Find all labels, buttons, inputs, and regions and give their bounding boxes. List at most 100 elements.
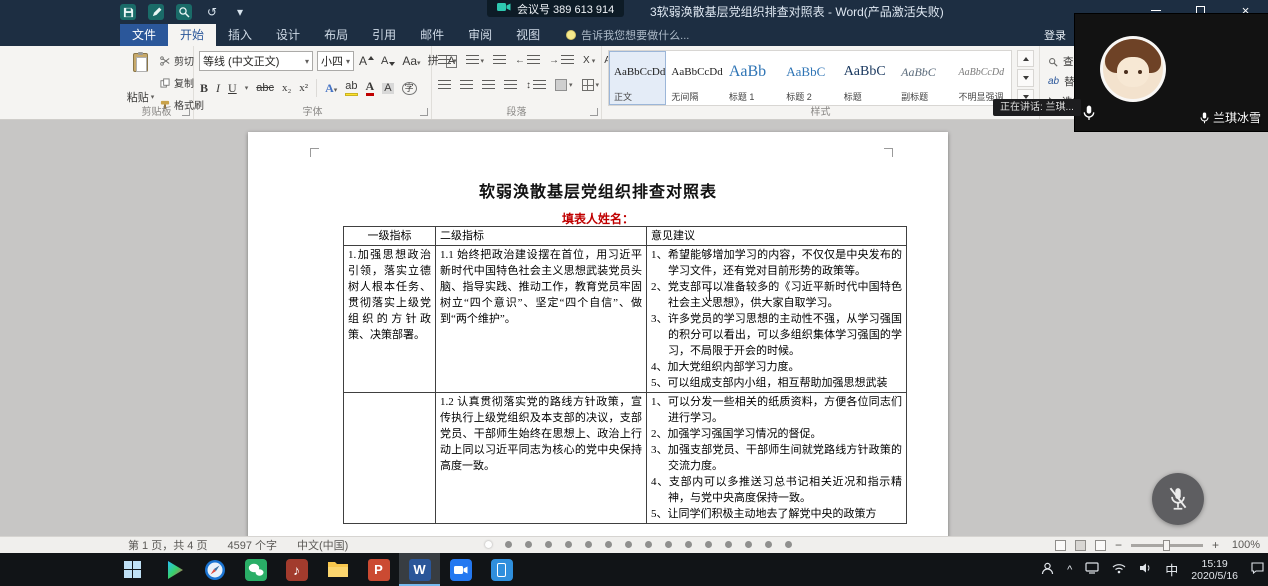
shrink-font-button[interactable]: A (381, 56, 395, 67)
taskbar-phone-app[interactable] (481, 553, 522, 586)
style-no-spacing[interactable]: AaBbCcDd无间隔 (666, 51, 723, 105)
paste-button[interactable]: 粘贴▾ (124, 50, 157, 108)
page-dot[interactable] (645, 541, 652, 548)
subscript-button[interactable]: x₂ (282, 83, 291, 94)
taskbar-file-explorer[interactable] (317, 553, 358, 586)
clipboard-dialog-launcher[interactable] (182, 108, 190, 116)
style-heading-2[interactable]: AaBbC标题 2 (781, 51, 838, 105)
style-heading-1[interactable]: AaBb标题 1 (724, 51, 781, 105)
participant-video-tile[interactable]: 兰琪冰雪 (1075, 14, 1268, 131)
tab-review[interactable]: 审阅 (456, 24, 504, 46)
align-left-button[interactable] (438, 80, 451, 91)
italic-button[interactable]: I (216, 82, 220, 94)
language-indicator[interactable]: 中文(中国) (297, 537, 348, 553)
borders-button[interactable]: ▾ (582, 79, 600, 91)
bold-button[interactable]: B (200, 82, 208, 94)
page-dot[interactable] (525, 541, 532, 548)
underline-button[interactable]: U (228, 82, 237, 94)
page-dot[interactable] (625, 541, 632, 548)
tab-file[interactable]: 文件 (120, 24, 168, 46)
taskbar-powerpoint[interactable]: P (358, 553, 399, 586)
page-dot[interactable] (685, 541, 692, 548)
save-icon[interactable] (120, 4, 136, 20)
qat-customize-icon[interactable]: ▾ (232, 4, 248, 20)
styles-scroll-down-button[interactable] (1017, 69, 1034, 86)
font-color-button[interactable]: A (366, 80, 375, 96)
meeting-id-badge[interactable]: 会议号 389 613 914 (487, 0, 624, 17)
read-mode-button[interactable] (1055, 540, 1066, 551)
taskbar-meeting-app[interactable] (440, 553, 481, 586)
zoom-level[interactable]: 100% (1228, 539, 1260, 551)
align-right-button[interactable] (482, 80, 495, 91)
page-dot[interactable] (765, 541, 772, 548)
action-center-icon[interactable] (1251, 562, 1264, 577)
font-size-select[interactable]: 小四 (317, 51, 354, 71)
change-case-button[interactable]: Aa▾ (402, 55, 420, 67)
style-subtle-emphasis[interactable]: AaBbCcDd不明显强调 (954, 51, 1011, 105)
taskbar-music-app[interactable]: ♪ (276, 553, 317, 586)
search-icon[interactable] (176, 4, 192, 20)
increase-indent-button[interactable]: → (549, 55, 574, 66)
taskbar-word-active[interactable]: W (399, 553, 440, 586)
paragraph-dialog-launcher[interactable] (590, 108, 598, 116)
page-indicator[interactable]: 第 1 页，共 4 页 (128, 537, 207, 553)
taskbar-media-app[interactable] (153, 553, 194, 586)
pen-icon[interactable] (148, 4, 164, 20)
tell-me-box[interactable]: 告诉我您想要做什么... (566, 24, 689, 46)
tab-layout[interactable]: 布局 (312, 24, 360, 46)
multilevel-list-button[interactable] (493, 55, 506, 66)
document-page[interactable]: 软弱涣散基层党组织排查对照表 填表人姓名： 一级指标 二级指标 意见建议 1.加… (248, 132, 948, 536)
font-family-select[interactable]: 等线 (中文正文) (199, 51, 313, 71)
shading-button[interactable]: ▾ (555, 79, 573, 91)
zoom-out-button[interactable]: − (1115, 538, 1122, 552)
zoom-slider[interactable] (1131, 544, 1203, 547)
tab-home[interactable]: 开始 (168, 24, 216, 46)
tab-design[interactable]: 设计 (264, 24, 312, 46)
page-dot[interactable] (785, 541, 792, 548)
grow-font-button[interactable]: A (359, 55, 374, 67)
text-effects-button[interactable]: A▾ (325, 82, 337, 94)
page-dot[interactable] (705, 541, 712, 548)
page-dot[interactable] (505, 541, 512, 548)
bullets-button[interactable]: ▾ (438, 55, 457, 66)
style-subtitle[interactable]: AaBbC副标题 (896, 51, 953, 105)
page-dot[interactable] (585, 541, 592, 548)
share-page-dots[interactable] (485, 541, 792, 548)
page-dot[interactable] (545, 541, 552, 548)
zoom-slider-thumb[interactable] (1163, 540, 1170, 551)
line-spacing-button[interactable]: ↕ (526, 80, 546, 91)
style-title[interactable]: AaBbC标题 (839, 51, 896, 105)
print-layout-button[interactable] (1075, 540, 1086, 551)
font-dialog-launcher[interactable] (420, 108, 428, 116)
page-dot[interactable] (485, 541, 492, 548)
page-dot[interactable] (725, 541, 732, 548)
styles-scroll-up-button[interactable] (1017, 50, 1034, 67)
enclose-character-button[interactable]: 字 (402, 82, 417, 95)
highlight-button[interactable]: ab (345, 81, 357, 96)
page-dot[interactable] (745, 541, 752, 548)
document-canvas[interactable]: 软弱涣散基层党组织排查对照表 填表人姓名： 一级指标 二级指标 意见建议 1.加… (0, 120, 1268, 536)
people-icon[interactable] (1041, 562, 1054, 578)
word-count[interactable]: 4597 个字 (227, 537, 277, 553)
style-normal[interactable]: AaBbCcDd正文 (609, 51, 666, 105)
start-button[interactable] (112, 553, 153, 586)
page-dot[interactable] (565, 541, 572, 548)
character-shading-button[interactable]: A (382, 83, 393, 94)
display-icon[interactable] (1085, 562, 1099, 577)
meeting-mic-button[interactable] (1152, 473, 1204, 525)
tab-mailings[interactable]: 邮件 (408, 24, 456, 46)
page-dot[interactable] (665, 541, 672, 548)
page-dot[interactable] (605, 541, 612, 548)
taskbar-clock[interactable]: 15:192020/5/16 (1191, 558, 1238, 582)
tab-insert[interactable]: 插入 (216, 24, 264, 46)
tab-references[interactable]: 引用 (360, 24, 408, 46)
taskbar-browser-app[interactable] (194, 553, 235, 586)
asian-layout-button[interactable]: X▾ (583, 55, 595, 66)
zoom-in-button[interactable]: + (1212, 538, 1219, 552)
taskbar-wechat-app[interactable] (235, 553, 276, 586)
underline-dropdown-icon[interactable]: ▾ (245, 84, 249, 92)
strikethrough-button[interactable]: abc (256, 83, 274, 94)
justify-button[interactable] (504, 80, 517, 91)
superscript-button[interactable]: x² (299, 83, 308, 94)
ime-indicator[interactable]: 中 (1165, 560, 1178, 579)
